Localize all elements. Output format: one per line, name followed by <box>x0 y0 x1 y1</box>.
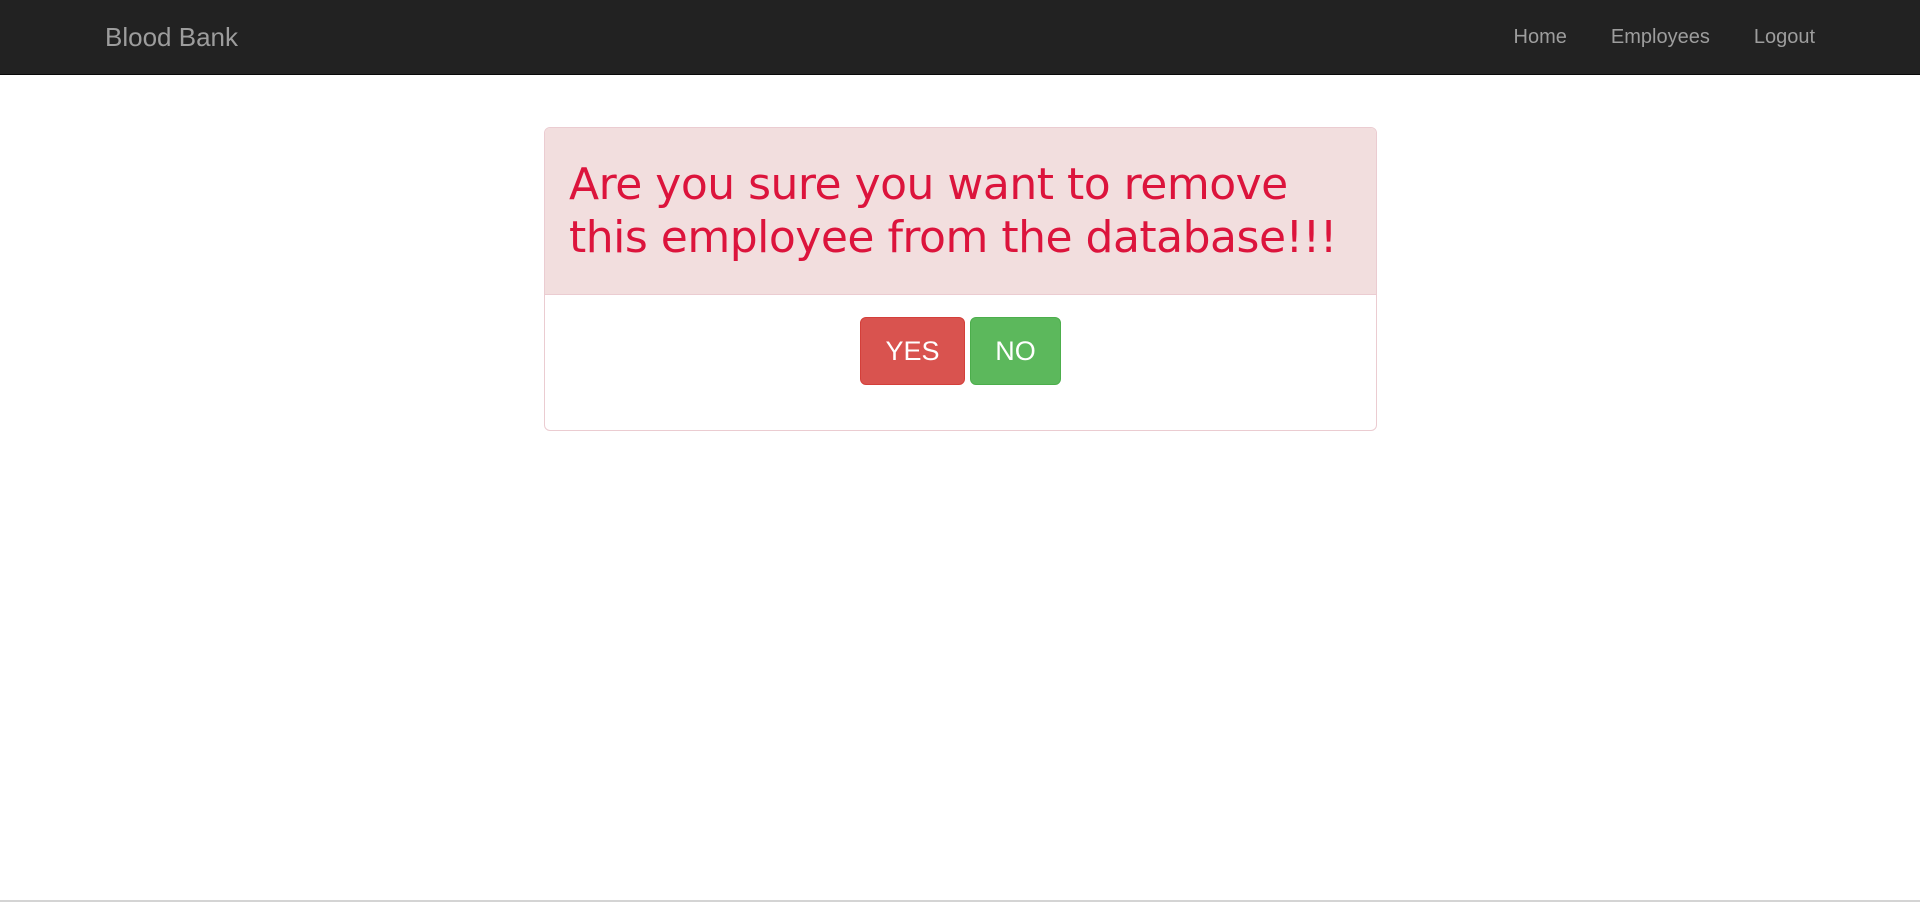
brand-link[interactable]: Blood Bank <box>105 0 238 75</box>
confirm-message-line-2: this employee from the database!!! <box>569 212 1337 263</box>
confirm-message-line-1: Are you sure you want to remove <box>569 159 1288 210</box>
no-button[interactable]: NO <box>970 317 1061 385</box>
panel-heading: Are you sure you want to remove this emp… <box>545 128 1376 295</box>
panel-body: YES NO <box>545 295 1376 430</box>
yes-button[interactable]: YES <box>860 317 965 385</box>
nav-logout-link[interactable]: Logout <box>1732 0 1815 75</box>
nav-employees-link[interactable]: Employees <box>1589 0 1732 75</box>
nav-links: Home Employees Logout <box>1492 0 1815 75</box>
confirm-message: Are you sure you want to remove this emp… <box>569 158 1354 264</box>
nav-home-link[interactable]: Home <box>1492 0 1589 75</box>
top-navbar: Blood Bank Home Employees Logout <box>0 0 1920 75</box>
confirm-remove-panel: Are you sure you want to remove this emp… <box>544 127 1377 431</box>
